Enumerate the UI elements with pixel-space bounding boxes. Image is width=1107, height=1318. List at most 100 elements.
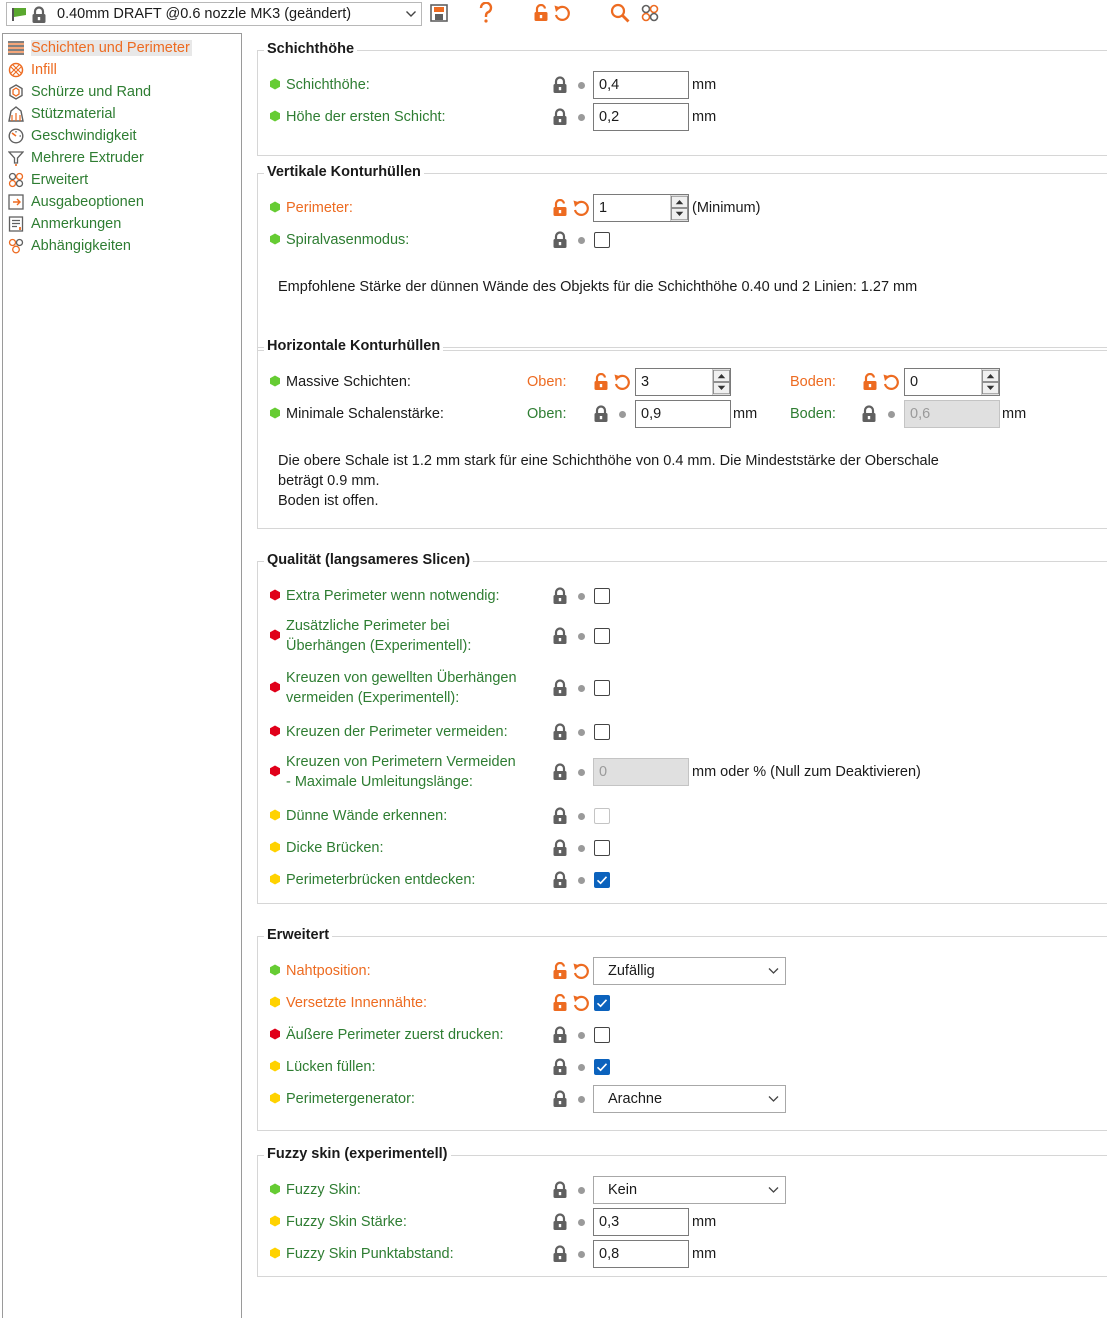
unlock-icon[interactable]: [593, 373, 609, 391]
undo-icon[interactable]: [613, 373, 631, 391]
lock-icon[interactable]: [552, 1213, 568, 1231]
sidebar-item-advanced[interactable]: Erweitert: [7, 169, 88, 190]
lock-icon[interactable]: [552, 108, 568, 126]
sidebar-item-dependencies[interactable]: Abhängigkeiten: [7, 235, 131, 256]
lock-icon[interactable]: [552, 587, 568, 605]
chevron-down-icon[interactable]: [405, 7, 417, 21]
lock-icon[interactable]: [552, 1181, 568, 1199]
save-icon[interactable]: [430, 1, 448, 25]
lock-icon[interactable]: [552, 723, 568, 741]
sidebar-item-extruders[interactable]: Mehrere Extruder: [7, 147, 144, 168]
hexagon-yellow-icon: [269, 1215, 281, 1227]
bullet-icon[interactable]: [578, 82, 585, 89]
lock-icon[interactable]: [552, 763, 568, 781]
row-avoid-crossing: Kreuzen der Perimeter vermeiden:: [258, 716, 1107, 748]
sidebar-item-speed[interactable]: Geschwindigkeit: [7, 125, 137, 146]
hexagon-green-icon: [269, 407, 281, 419]
undo-icon[interactable]: [572, 962, 590, 980]
gap-fill-checkbox[interactable]: [594, 1059, 610, 1075]
sidebar-item-notes[interactable]: Anmerkungen: [7, 213, 121, 234]
spiral-vase-checkbox[interactable]: [594, 232, 610, 248]
unlock-icon[interactable]: [862, 373, 878, 391]
lock-icon[interactable]: [552, 871, 568, 889]
group-title: Erweitert: [264, 927, 333, 943]
lock-icon[interactable]: [552, 1245, 568, 1263]
bullet-icon[interactable]: [888, 411, 895, 418]
sidebar-item-output[interactable]: Ausgabeoptionen: [7, 191, 144, 212]
lock-icon[interactable]: [552, 1090, 568, 1108]
bullet-icon[interactable]: [578, 1251, 585, 1258]
avoid-crossing-checkbox[interactable]: [594, 724, 610, 740]
bullet-icon[interactable]: [578, 877, 585, 884]
bullet-icon[interactable]: [578, 237, 585, 244]
group-layer-height: Schichthöhe Schichthöhe: 0,4 mm Höhe der…: [257, 41, 1107, 156]
unlock-icon[interactable]: [552, 962, 568, 980]
sidebar-item-support[interactable]: Stützmaterial: [7, 103, 116, 124]
fuzzy-skin-select[interactable]: Kein: [593, 1176, 786, 1204]
chevron-down-icon: [768, 966, 779, 976]
top-min-shell-input[interactable]: 0,9: [635, 400, 731, 428]
bullet-icon[interactable]: [578, 1096, 585, 1103]
bullet-icon[interactable]: [578, 769, 585, 776]
undo-icon[interactable]: [572, 994, 590, 1012]
bullet-icon[interactable]: [578, 813, 585, 820]
lock-icon[interactable]: [552, 679, 568, 697]
bullet-icon[interactable]: [578, 1064, 585, 1071]
bullet-icon[interactable]: [578, 685, 585, 692]
fuzzy-thickness-input[interactable]: 0,3: [593, 1208, 689, 1236]
seam-position-select[interactable]: Zufällig: [593, 957, 786, 985]
lock-icon[interactable]: [861, 405, 877, 423]
unlock-icon[interactable]: [552, 199, 568, 217]
sidebar-item-skirt[interactable]: Schürze und Rand: [7, 81, 151, 102]
preset-combo[interactable]: 0.40mm DRAFT @0.6 nozzle MK3 (geändert): [6, 2, 422, 26]
lock-icon[interactable]: [552, 839, 568, 857]
dependencies-icon: [7, 237, 25, 255]
spin-buttons[interactable]: [670, 195, 688, 221]
row-fuzzy-thickness: Fuzzy Skin Stärke: 0,3 mm: [258, 1206, 1107, 1238]
staggered-seams-checkbox[interactable]: [594, 995, 610, 1011]
thin-walls-checkbox[interactable]: [594, 808, 610, 824]
perimeter-generator-select[interactable]: Arachne: [593, 1085, 786, 1113]
external-first-checkbox[interactable]: [594, 1027, 610, 1043]
overhangs-checkbox[interactable]: [594, 872, 610, 888]
bullet-icon[interactable]: [578, 1187, 585, 1194]
bullet-icon[interactable]: [578, 1219, 585, 1226]
first-layer-height-input[interactable]: 0,2: [593, 103, 689, 131]
sidebar-item-layers[interactable]: Schichten und Perimeter: [7, 37, 192, 58]
extra-perimeters-checkbox[interactable]: [594, 588, 610, 604]
layer-height-input[interactable]: 0,4: [593, 71, 689, 99]
lock-icon[interactable]: [552, 627, 568, 645]
bullet-icon[interactable]: [578, 1032, 585, 1039]
undo-icon[interactable]: [882, 373, 900, 391]
bullet-icon[interactable]: [578, 633, 585, 640]
max-detour-input[interactable]: 0: [593, 758, 689, 786]
compare-icon[interactable]: [640, 1, 660, 25]
bullet-icon[interactable]: [578, 729, 585, 736]
bullet-icon[interactable]: [578, 845, 585, 852]
bullet-icon[interactable]: [619, 411, 626, 418]
unlock-icon[interactable]: [552, 994, 568, 1012]
bullet-icon[interactable]: [578, 593, 585, 600]
lock-icon[interactable]: [593, 405, 609, 423]
group-title: Vertikale Konturhüllen: [264, 164, 424, 180]
bottom-min-shell-input[interactable]: 0,6: [904, 400, 1000, 428]
undo-icon[interactable]: [572, 199, 590, 217]
overhang-perimeters-checkbox[interactable]: [594, 628, 610, 644]
row-max-detour: Kreuzen von Perimetern Vermeiden - Maxim…: [258, 748, 1107, 792]
avoid-curled-checkbox[interactable]: [594, 680, 610, 696]
thick-bridges-checkbox[interactable]: [594, 840, 610, 856]
spin-buttons[interactable]: [981, 369, 999, 395]
fuzzy-point-distance-input[interactable]: 0,8: [593, 1240, 689, 1268]
lock-icon[interactable]: [552, 231, 568, 249]
search-icon[interactable]: [610, 1, 630, 25]
lock-icon[interactable]: [552, 1026, 568, 1044]
bullet-icon[interactable]: [578, 114, 585, 121]
sidebar-item-infill[interactable]: Infill: [7, 59, 57, 80]
hexagon-yellow-icon: [269, 873, 281, 885]
lock-icon[interactable]: [552, 807, 568, 825]
lock-icon[interactable]: [552, 76, 568, 94]
lock-icon[interactable]: [552, 1058, 568, 1076]
unlock-undo-icon[interactable]: [533, 1, 571, 25]
spin-buttons[interactable]: [712, 369, 730, 395]
help-icon[interactable]: [478, 1, 494, 25]
